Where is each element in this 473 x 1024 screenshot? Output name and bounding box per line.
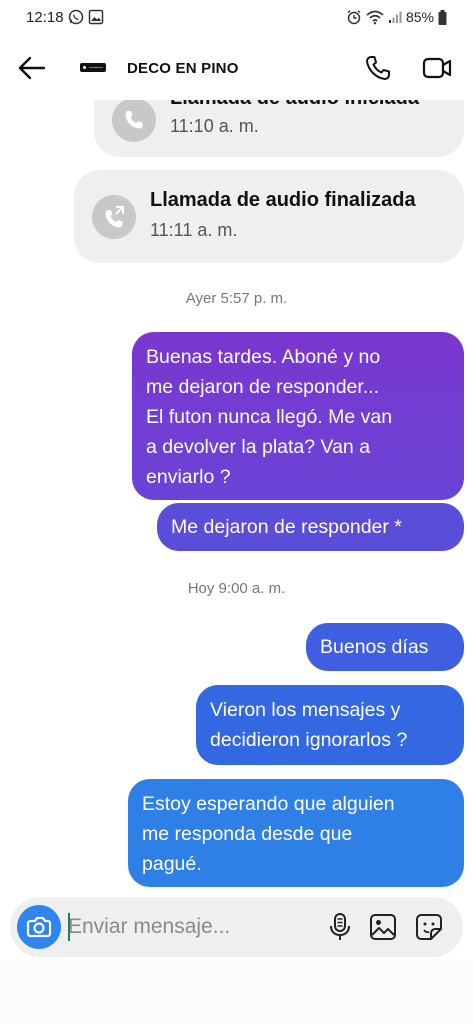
sent-message[interactable]: Buenos días: [306, 623, 464, 671]
outgoing-call-icon: [92, 195, 136, 239]
battery-percent: 85%: [405, 9, 434, 25]
contact-avatar[interactable]: [80, 63, 106, 72]
status-left-icons: [68, 9, 104, 25]
status-bar: 12:18 85%: [0, 0, 473, 36]
call-event-time: 11:10 a. m.: [170, 116, 259, 136]
camera-icon: [26, 916, 52, 938]
chat-header: DECO EN PINO: [0, 36, 473, 100]
message-thread[interactable]: Llamada de audio iniciada 11:10 a. m. Ll…: [0, 100, 473, 890]
call-event-title: Llamada de audio iniciada: [170, 100, 419, 110]
message-line: Estoy esperando que alguien: [142, 793, 395, 815]
call-event-time: 11:11 a. m.: [150, 220, 238, 240]
message-line: Buenas tardes. Aboné y no: [146, 346, 381, 368]
sent-message[interactable]: Vieron los mensajes y decidieron ignorar…: [196, 685, 464, 765]
wifi-icon: [366, 10, 384, 25]
contact-name[interactable]: DECO EN PINO: [127, 60, 239, 77]
sent-message[interactable]: Buenas tardes. Aboné y no me dejaron de …: [132, 332, 464, 500]
message-line: Me dejaron de responder *: [171, 516, 402, 538]
call-event-title: Llamada de audio finalizada: [150, 189, 416, 211]
status-time: 12:18: [26, 9, 64, 26]
back-arrow-icon[interactable]: [16, 54, 48, 82]
message-line: El futon nunca llegó. Me van: [146, 406, 393, 428]
message-line: me dejaron de responder...: [146, 376, 380, 398]
sticker-icon[interactable]: [414, 912, 444, 942]
whatsapp-icon: [68, 9, 84, 25]
sent-message[interactable]: Estoy esperando que alguien me responda …: [128, 779, 464, 887]
bottom-area: [0, 960, 473, 1024]
message-line: Vieron los mensajes y: [210, 699, 401, 721]
video-camera-icon[interactable]: [422, 54, 452, 82]
text-cursor: [68, 913, 70, 941]
image-icon: [88, 9, 104, 25]
message-line: enviarlo ?: [146, 466, 231, 488]
call-event-card: Llamada de audio finalizada 11:11 a. m.: [74, 170, 464, 263]
phone-icon[interactable]: [364, 54, 392, 82]
timestamp: Ayer 5:57 p. m.: [185, 290, 288, 307]
message-line: Buenos días: [320, 636, 429, 658]
battery-icon: [438, 9, 447, 25]
signal-icon: [388, 11, 402, 23]
status-right: 85%: [346, 9, 447, 25]
microphone-icon[interactable]: [326, 912, 354, 942]
camera-button[interactable]: [17, 905, 61, 949]
message-input[interactable]: [68, 911, 318, 943]
alarm-icon: [347, 10, 361, 25]
phone-call-icon: [112, 100, 156, 142]
gallery-icon[interactable]: [368, 912, 398, 942]
message-composer: [10, 897, 463, 957]
message-line: decidieron ignorarlos ?: [210, 729, 408, 751]
message-line: pagué.: [142, 853, 202, 875]
call-event-card: Llamada de audio iniciada 11:10 a. m.: [94, 100, 464, 157]
message-line: a devolver la plata? Van a: [146, 436, 371, 458]
sent-message[interactable]: Me dejaron de responder *: [157, 503, 464, 551]
message-line: me responda desde que: [142, 823, 353, 845]
timestamp: Hoy 9:00 a. m.: [187, 580, 286, 597]
